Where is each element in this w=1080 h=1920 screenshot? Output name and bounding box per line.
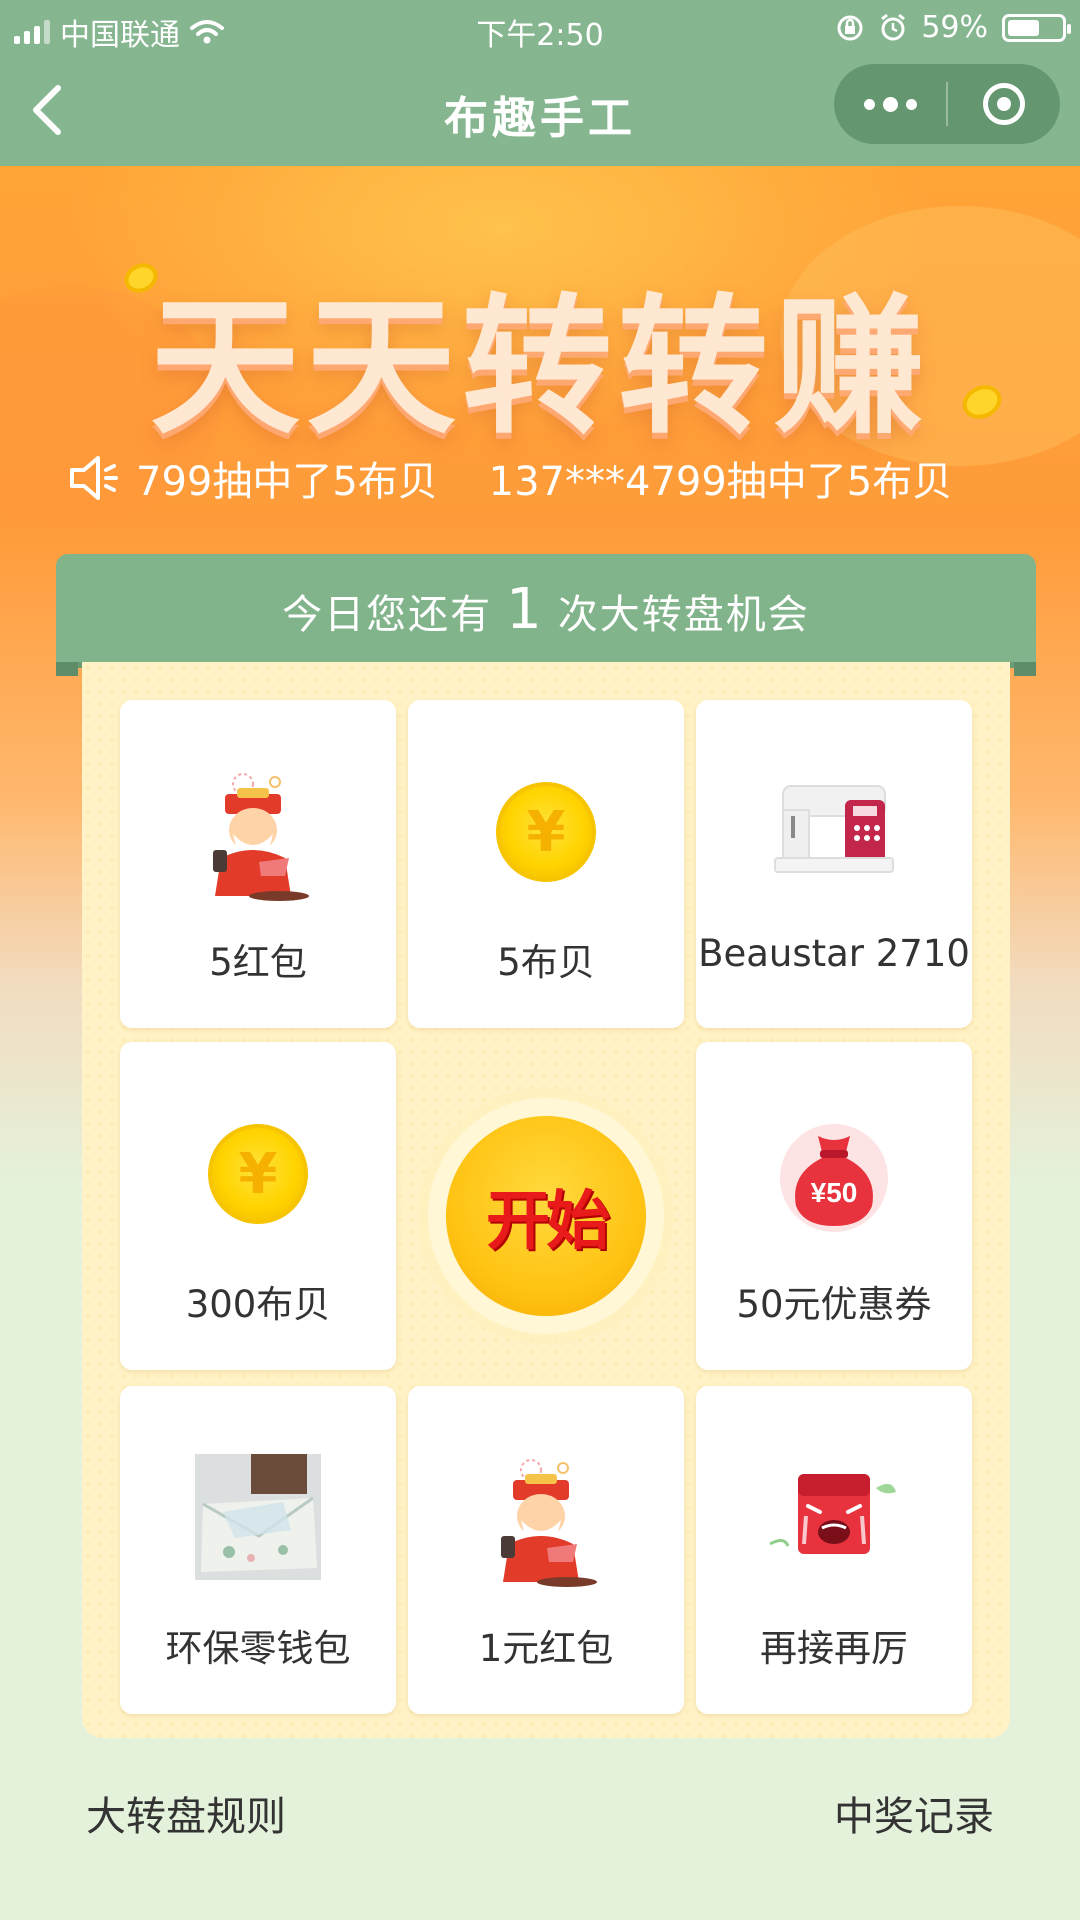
prize-label: 5红包 — [209, 941, 307, 984]
headline-title: 天天转转赚 — [149, 281, 930, 455]
fortune-god-icon — [501, 1459, 597, 1587]
coupon-badge-text: ¥50 — [811, 1177, 858, 1208]
money-bag-icon: ¥50 — [780, 1124, 888, 1232]
fortune-god-icon — [213, 773, 309, 901]
banner-corner — [1014, 662, 1036, 676]
sewing-machine-icon — [774, 785, 894, 873]
records-link[interactable]: 中奖记录 — [834, 1784, 994, 1842]
prize-cell: 5红包 — [120, 700, 396, 1028]
prize-cell: 再接再厉 — [696, 1386, 972, 1714]
winners-marquee: 799抽中了5布贝 137***4799抽中了5布贝 — [66, 448, 1016, 508]
more-dots-icon[interactable] — [834, 64, 946, 144]
prize-cell: ¥ 300布贝 — [120, 1042, 396, 1370]
close-button[interactable] — [948, 64, 1060, 144]
coin-purse-icon — [195, 1454, 321, 1580]
prize-cell: 环保零钱包 — [120, 1386, 396, 1714]
mini-program-capsule — [834, 64, 1060, 144]
nav-bar: 布趣手工 — [0, 60, 1080, 160]
prize-cell: ¥50 50元优惠券 — [696, 1042, 972, 1370]
chances-banner: 今日您还有 1 次大转盘机会 — [56, 554, 1036, 676]
prize-label: 1元红包 — [478, 1627, 614, 1670]
marquee-text: 799抽中了5布贝 137***4799抽中了5布贝 — [136, 459, 953, 505]
target-ring-icon — [983, 83, 1025, 125]
rules-link[interactable]: 大转盘规则 — [86, 1784, 286, 1842]
chances-prefix: 今日您还有 — [282, 592, 493, 638]
prize-cell: Beaustar 2710 — [696, 700, 972, 1028]
prize-label: 5布贝 — [497, 941, 595, 984]
yen-coin-icon: ¥ — [496, 782, 596, 882]
prize-label: 50元优惠券 — [736, 1283, 932, 1326]
banner-corner — [56, 662, 78, 676]
speaker-icon — [70, 456, 118, 500]
prize-label: 环保零钱包 — [165, 1627, 351, 1670]
prize-label: 再接再厉 — [760, 1627, 908, 1670]
yen-coin-icon: ¥ — [208, 1124, 308, 1224]
prize-label: Beaustar 2710 — [698, 932, 970, 975]
prize-label: 300布贝 — [185, 1283, 331, 1326]
prize-cell: ¥ 5布贝 — [408, 700, 684, 1028]
chances-suffix: 次大转盘机会 — [557, 592, 810, 638]
top-bar: 中国联通 下午2:50 59% 布趣手工 — [0, 0, 1080, 166]
crying-envelope-icon — [769, 1474, 896, 1554]
chances-count: 1 — [506, 577, 544, 642]
alarm-icon — [881, 13, 906, 40]
orientation-lock-icon — [837, 15, 863, 40]
start-label: 开始 — [446, 1116, 646, 1316]
battery-icon — [1002, 13, 1071, 42]
start-spin-button[interactable]: 开始 — [428, 1098, 664, 1334]
prize-cell: 1元红包 — [408, 1386, 684, 1714]
battery-percent: 59% — [921, 10, 988, 45]
status-bar: 中国联通 下午2:50 59% — [0, 0, 1080, 54]
